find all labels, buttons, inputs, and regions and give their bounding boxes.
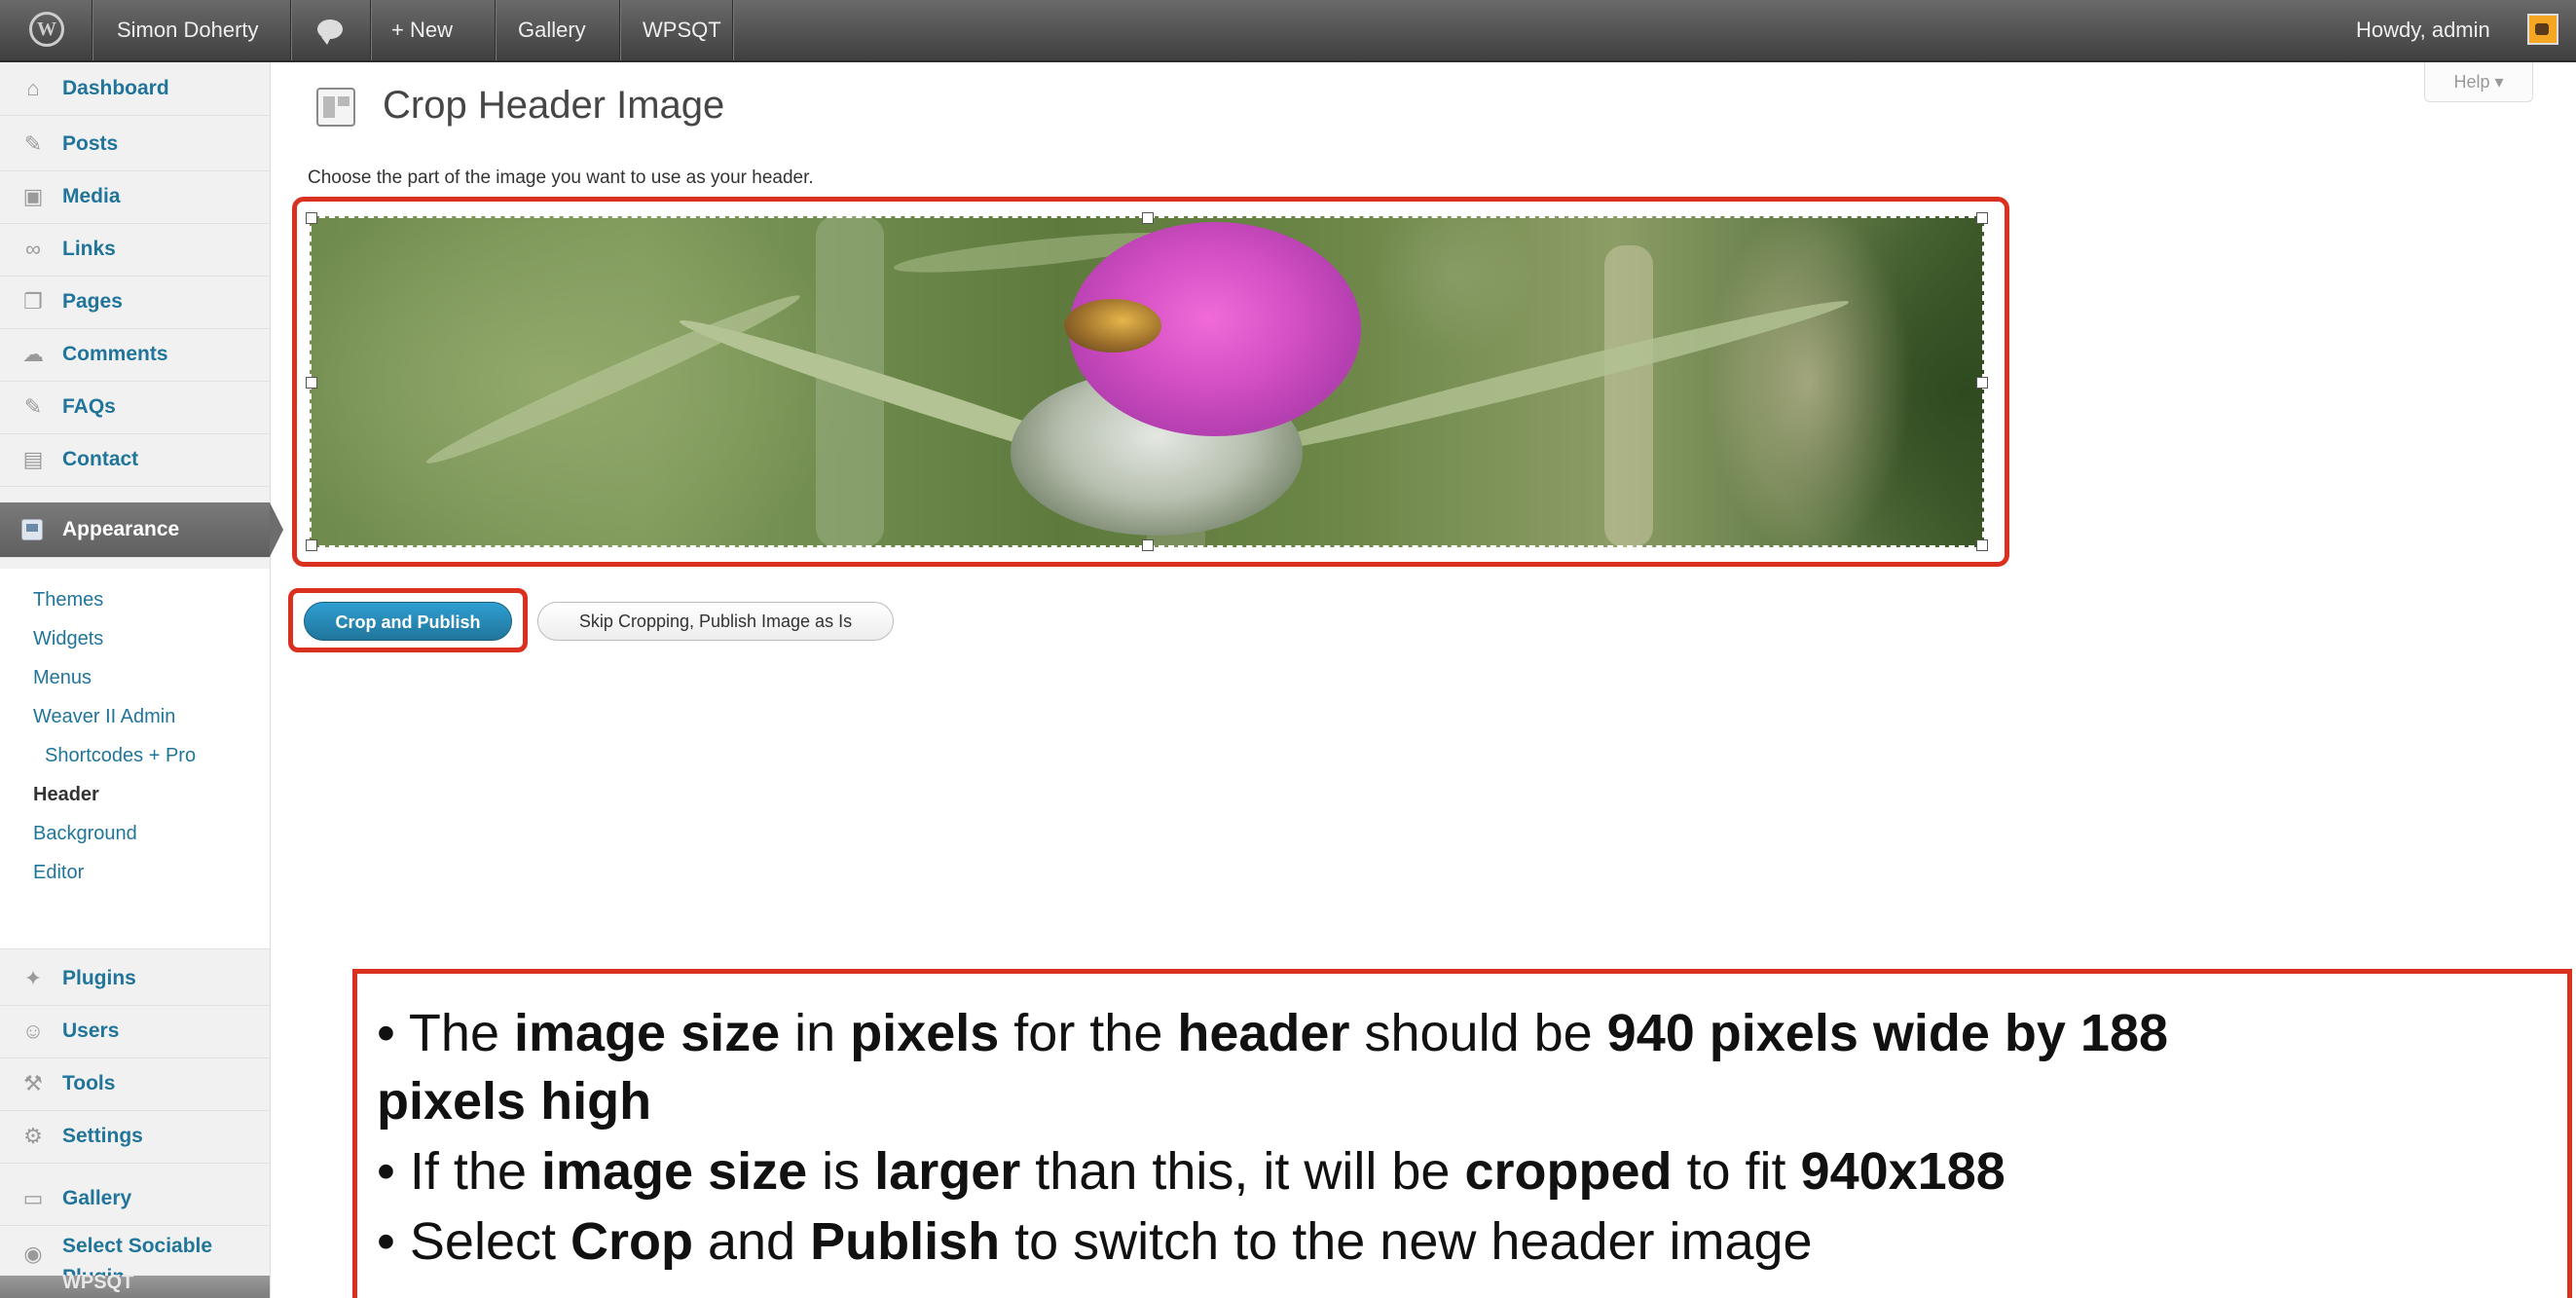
- submenu-item-shortcodes[interactable]: Shortcodes + Pro: [45, 736, 196, 775]
- callout-line-2: pixels high: [377, 1072, 652, 1131]
- sidebar-item-links[interactable]: ∞ Links: [0, 223, 270, 277]
- crop-selection-box[interactable]: [306, 212, 1988, 551]
- admin-bar-divider: [619, 0, 620, 60]
- help-tab[interactable]: Help ▾: [2424, 62, 2533, 102]
- admin-bar-divider: [370, 0, 371, 60]
- wordpress-logo-icon[interactable]: W: [29, 12, 64, 47]
- sociable-icon: ◉: [23, 1242, 43, 1266]
- sidebar-item-label: Comments: [62, 343, 168, 365]
- sidebar-item-settings[interactable]: ⚙ Settings: [0, 1110, 270, 1164]
- sidebar-item-label: FAQs: [62, 395, 116, 418]
- crop-and-publish-button[interactable]: Crop and Publish: [304, 602, 512, 641]
- submenu-item-editor[interactable]: Editor: [33, 853, 84, 892]
- admin-bar-divider: [290, 0, 291, 60]
- contact-form-icon: ▤: [22, 447, 44, 471]
- sidebar-item-label: Settings: [62, 1125, 143, 1147]
- wpsqt-link[interactable]: WPSQT: [643, 0, 721, 60]
- sidebar-item-gallery[interactable]: ▭ Gallery: [0, 1172, 270, 1226]
- sidebar-item-label: Links: [62, 238, 116, 260]
- sidebar-item-comments[interactable]: ☁ Comments: [0, 328, 270, 382]
- admin-bar: W Simon Doherty + New Gallery WPSQT Howd…: [0, 0, 2576, 62]
- plug-icon: ✦: [23, 966, 43, 990]
- pin-icon: ✎: [23, 131, 43, 156]
- header-image-icon: [316, 88, 355, 127]
- pages-icon: ❐: [23, 289, 43, 314]
- submenu-item-themes[interactable]: Themes: [33, 580, 103, 619]
- sidebar-item-tools[interactable]: ⚒ Tools: [0, 1057, 270, 1111]
- media-icon: ▣: [22, 184, 44, 208]
- callout-line-4: • Select Crop and Publish to switch to t…: [377, 1212, 1813, 1271]
- sidebar-item-label: Posts: [62, 132, 119, 155]
- sidebar-item-users[interactable]: ☺ Users: [0, 1005, 270, 1058]
- sidebar-item-dashboard[interactable]: ⌂ Dashboard: [0, 62, 270, 116]
- appearance-submenu: Themes Widgets Menus Weaver II Admin Sho…: [0, 569, 270, 949]
- sidebar-item-label: Users: [62, 1020, 120, 1042]
- sidebar-item-label: Tools: [62, 1072, 116, 1094]
- sidebar-item-media[interactable]: ▣ Media: [0, 170, 270, 224]
- admin-bar-divider: [732, 0, 733, 60]
- sidebar-item-pages[interactable]: ❐ Pages: [0, 276, 270, 329]
- sidebar-item-label: Select Sociable: [62, 1235, 213, 1257]
- page-title: Crop Header Image: [383, 84, 725, 127]
- submenu-item-background[interactable]: Background: [33, 814, 137, 853]
- sidebar-item-label: Gallery: [62, 1187, 132, 1209]
- pin-icon: ✎: [23, 394, 43, 419]
- sidebar-item-label: Dashboard: [62, 77, 169, 99]
- crop-handle-e[interactable]: [1976, 377, 1988, 389]
- crop-handle-n[interactable]: [1142, 212, 1154, 224]
- admin-bar-divider: [495, 0, 496, 60]
- sidebar-item-appearance[interactable]: Appearance: [0, 502, 283, 558]
- sidebar-item-posts[interactable]: ✎ Posts: [0, 118, 270, 171]
- crop-handle-se[interactable]: [1976, 539, 1988, 551]
- new-content-link[interactable]: + New: [391, 0, 453, 60]
- tools-icon: ⚒: [23, 1071, 43, 1095]
- sidebar-item-faqs[interactable]: ✎ FAQs: [0, 381, 270, 434]
- crop-handle-nw[interactable]: [306, 212, 317, 224]
- comment-bubble-icon[interactable]: [317, 19, 343, 45]
- sidebar-item-label: Pages: [62, 290, 123, 313]
- gallery-link[interactable]: Gallery: [518, 0, 586, 60]
- submenu-item-header[interactable]: Header: [33, 775, 99, 814]
- sidebar-item-contact[interactable]: ▤ Contact: [0, 433, 270, 487]
- sidebar-item-plugins[interactable]: ✦ Plugins: [0, 952, 270, 1006]
- crop-handle-ne[interactable]: [1976, 212, 1988, 224]
- crop-handle-s[interactable]: [1142, 539, 1154, 551]
- sidebar-item-label: Media: [62, 185, 121, 207]
- crop-instructions: Choose the part of the image you want to…: [308, 167, 814, 188]
- sidebar-item-label: Plugins: [62, 967, 136, 989]
- callout-line-1: • The image size in pixels for the heade…: [377, 1004, 2169, 1062]
- gallery-icon: ▭: [22, 1186, 44, 1210]
- comments-icon: ☁: [22, 342, 44, 366]
- users-icon: ☺: [21, 1019, 45, 1043]
- submenu-item-weaver-admin[interactable]: Weaver II Admin: [33, 697, 175, 736]
- crop-handle-w[interactable]: [306, 377, 317, 389]
- callout-line-3: • If the image size is larger than this,…: [377, 1142, 2006, 1201]
- sidebar-item-wpsqt[interactable]: WPSQT: [0, 1272, 270, 1298]
- link-icon: ∞: [25, 237, 41, 261]
- admin-sidebar: ⌂ Dashboard ✎ Posts ▣ Media ∞ Links ❐ Pa…: [0, 62, 283, 1298]
- dashboard-icon: ⌂: [26, 76, 40, 100]
- howdy-account-link[interactable]: Howdy, admin: [2356, 0, 2490, 60]
- submenu-item-widgets[interactable]: Widgets: [33, 619, 103, 658]
- site-name-link[interactable]: Simon Doherty: [117, 0, 259, 60]
- sidebar-item-label: WPSQT: [62, 1272, 134, 1293]
- sidebar-item-label: Appearance: [62, 518, 180, 540]
- crop-handle-sw[interactable]: [306, 539, 317, 551]
- appearance-icon: [21, 519, 43, 540]
- skip-cropping-button[interactable]: Skip Cropping, Publish Image as Is: [537, 602, 894, 641]
- settings-icon: ⚙: [23, 1124, 43, 1148]
- instruction-callout: • The image size in pixels for the heade…: [352, 969, 2572, 1298]
- sidebar-item-label: Contact: [62, 448, 139, 470]
- submenu-item-menus[interactable]: Menus: [33, 658, 92, 697]
- avatar[interactable]: [2527, 14, 2558, 45]
